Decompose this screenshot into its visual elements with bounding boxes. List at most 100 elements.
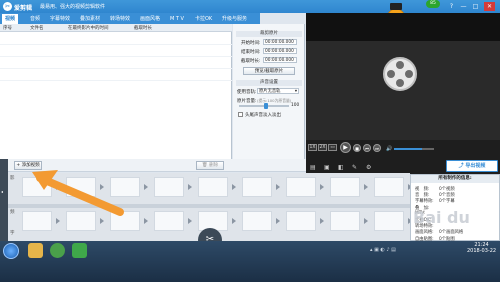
wechat-icon[interactable] [72,243,87,258]
video-list[interactable]: 序号 文件名 在最终影片中的时间 截取时长 [0,24,232,159]
tab-styles[interactable]: 画面风格 [137,14,163,24]
timeline-clip-slot[interactable] [330,177,360,197]
fade-checkbox-label: 头尾声音淡入淡出 [245,113,281,118]
column-filename[interactable]: 文件名 [30,25,44,31]
info-row-value: 0个音频 [439,193,455,199]
speaker-icon[interactable]: 🔊 [386,146,392,152]
clock-date: 2018-03-22 [467,248,497,254]
timeline-clip-slot[interactable] [374,177,404,197]
end-time-label: 结束时间: [241,50,261,55]
info-row-value: 0个字幕 [439,199,455,205]
edit-icon[interactable]: ✎ [352,164,360,171]
transition-arrow-icon[interactable] [144,184,148,190]
info-row-value: 0个视频 [439,187,455,192]
timeline-clip-slot[interactable] [286,211,316,231]
next-icon[interactable]: ⏭ [373,144,381,152]
timeline-clip-slot[interactable] [330,211,360,231]
snapshot-icon[interactable]: ◧ [338,164,346,171]
transition-arrow-icon[interactable] [364,184,368,190]
settings-icon[interactable]: ⚙ [366,164,374,171]
info-row-label: 画面风格: [415,230,434,236]
speed-2x-button[interactable]: 2X [318,144,327,151]
tab-upgrade[interactable]: 升级与服务 [219,14,250,24]
list-row-divider [0,68,232,69]
save-icon[interactable]: ▣ [324,164,332,171]
info-row-value: 0个画面风格 [439,230,464,236]
app-window: ✂ 爱剪辑 最易用、强大的视频剪辑软件 85 ? — □ ✕ 视频 音频 字幕特… [0,0,500,282]
tab-transitions[interactable]: 转场特效 [107,14,133,24]
duration-field[interactable]: 00:00:00.000 [263,57,297,63]
previous-icon[interactable]: ⏮ [363,144,371,152]
fade-checkbox[interactable] [238,112,243,117]
column-duration[interactable]: 截取时长 [134,25,152,31]
tab-subtitle-effects[interactable]: 字幕特效 [47,14,73,24]
maximize-button[interactable]: □ [470,2,481,11]
film-reel-icon [383,57,417,91]
info-row-label: 视 频: [415,187,430,192]
transition-arrow-icon[interactable] [320,184,324,190]
clip-settings-panel: 裁剪原片 开始时间: 00:00:00.000 结束时间: 00:00:00.0… [233,24,305,169]
volume-slider[interactable] [239,103,289,109]
start-time-field[interactable]: 00:00:00.000 [263,39,297,45]
transition-arrow-icon[interactable] [188,218,192,224]
title-bar: ✂ 爱剪辑 最易用、强大的视频剪辑软件 85 ? — □ ✕ [0,0,500,28]
browser-icon[interactable] [50,243,65,258]
transition-arrow-icon[interactable] [188,184,192,190]
delete-button[interactable]: 🗑 删除 [196,161,224,170]
system-tray[interactable]: ▴ ▣ ◐ ♪ ▤ [370,247,460,255]
list-row-divider [0,80,232,81]
notification-badge[interactable]: 85 [426,0,440,8]
volume-slider-handle[interactable] [264,103,268,109]
timeline-clip-slot[interactable] [242,211,272,231]
stop-icon[interactable]: ■ [353,144,361,152]
audio-track-select[interactable]: 原片无音轨 ▾ [257,88,299,94]
preview-top-band [306,13,500,41]
info-row-label: 音 频: [415,193,430,199]
transition-arrow-icon[interactable] [320,218,324,224]
trash-icon: 🗑 [201,163,210,168]
clip-section-title: 裁剪原片 [236,31,302,37]
transition-arrow-icon[interactable] [144,218,148,224]
tab-mtv[interactable]: M T V [167,14,187,24]
close-button[interactable]: ✕ [484,2,495,11]
timeline-clip-slot[interactable] [286,177,316,197]
fullscreen-button[interactable]: ▭ [328,144,337,151]
audio-track-value: 原片无音轨 [259,89,281,94]
speed-1x-button[interactable]: 1X [308,144,317,151]
volume-bar-fill [394,148,422,150]
end-time-field[interactable]: 00:00:00.000 [263,48,297,54]
chevron-down-icon: ▾ [294,89,297,94]
tab-overlay[interactable]: 叠加素材 [77,14,103,24]
main-tabs: 视频 音频 字幕特效 叠加素材 转场特效 画面风格 M T V 卡拉OK 升级与… [0,13,260,24]
play-icon[interactable]: ▶ [340,142,351,153]
volume-value: 100 [291,103,300,108]
timeline-clip-slot[interactable] [154,177,184,197]
timeline-clip-slot[interactable] [154,211,184,231]
transition-arrow-icon[interactable] [232,218,236,224]
transition-arrow-icon[interactable] [232,184,236,190]
info-row-label: 字幕特效: [415,199,434,205]
column-time-in-movie[interactable]: 在最终影片中的时间 [68,25,109,31]
tab-audio[interactable]: 音频 [27,14,43,24]
app-name: 爱剪辑 [14,5,33,12]
tab-karaoke[interactable]: 卡拉OK [192,14,215,24]
column-index[interactable]: 序号 [3,25,12,31]
delete-label: 删除 [209,163,219,168]
timeline-clip-slot[interactable] [198,177,228,197]
transition-arrow-icon[interactable] [364,218,368,224]
export-video-button[interactable]: ⤴ 导出视频 [446,160,498,172]
taskbar-clock[interactable]: 21:24 2018-03-22 [467,242,496,254]
timeline-clip-slot[interactable] [374,211,404,231]
help-button[interactable]: ? [446,2,457,11]
export-label: 导出视频 [465,163,486,169]
folder-icon[interactable]: ▤ [310,164,318,171]
timeline-clip-slot[interactable] [242,177,272,197]
tab-video[interactable]: 视频 [2,14,19,24]
preview-clip-button[interactable]: 预览/截取原片 [243,67,295,75]
start-button-icon[interactable] [3,243,19,259]
file-explorer-icon[interactable] [28,243,43,258]
minimize-button[interactable]: — [458,2,469,11]
transition-arrow-icon[interactable] [276,184,280,190]
transition-arrow-icon[interactable] [276,218,280,224]
volume-bar[interactable] [394,148,434,150]
